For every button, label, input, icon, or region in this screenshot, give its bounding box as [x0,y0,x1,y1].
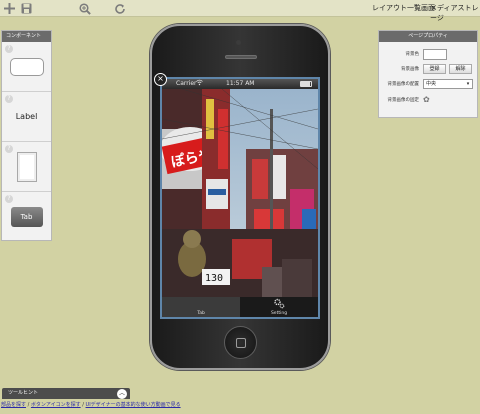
tab-setting[interactable]: Setting [240,297,318,317]
gear-icon [273,298,285,311]
textfield-preview [9,57,44,76]
tool-hint-bar: ツールヒント [2,388,130,399]
ui-designer-video-link[interactable]: UIデザイナーの基本的な使い方動画で見る [86,402,181,408]
find-parts-link[interactable]: 部品を探す [1,402,26,408]
bg-align-select[interactable]: 中央 ▾ [423,79,473,89]
close-icon[interactable]: × [154,73,167,86]
bg-fixed-label: 背景画像の固定 [387,98,420,103]
component-panel: コンポーネント ? ? Label ? ? Tab [1,30,52,241]
chevron-up-icon[interactable]: ︿ [117,389,127,399]
page-property-panel: ページプロパティ 背景色 背景画像 登録 解除 背景画像の配置 中央 ▾ 背景画… [378,30,478,118]
bg-align-value: 中央 [426,81,437,87]
time-label: 11:57 AM [226,80,255,87]
battery-icon [300,81,312,87]
find-button-icon-link[interactable]: ボタンアイコンを探す [31,402,81,408]
zoom-icon[interactable] [77,1,92,16]
status-bar: Carrier 11:57 AM [162,79,318,89]
component-view[interactable]: ? [2,142,51,192]
hint-links: 部品を探す / ボタンアイコンを探す / UIデザイナーの基本的な使い方動画で見… [1,402,181,408]
svg-text:130: 130 [205,273,223,284]
help-icon[interactable]: ? [5,195,13,203]
chevron-down-icon: ▾ [466,81,470,87]
tab-label: Setting [270,311,288,316]
bg-image-label: 背景画像 [401,67,419,72]
view-preview [16,151,37,182]
label-preview: Label [15,112,38,121]
bg-color-label: 背景色 [405,52,420,57]
carrier-label: Carrier [176,80,197,87]
refresh-icon[interactable] [112,1,127,16]
top-toolbar: レイアウト一覧画面 メディアストレージ [0,0,480,22]
home-button [224,326,257,359]
phone-tab-bar: Tab Setting [162,297,318,317]
media-storage-link[interactable]: メディアストレージ [430,3,480,23]
camera [236,40,241,45]
speaker [225,55,257,59]
save-icon[interactable] [19,1,34,16]
register-button[interactable]: 登録 [423,64,446,74]
component-label[interactable]: ? Label [2,92,51,142]
component-tab[interactable]: ? Tab [2,192,51,242]
tab-tab[interactable]: Tab [162,297,240,317]
component-panel-title: コンポーネント [2,31,51,42]
help-icon[interactable]: ? [5,145,13,153]
phone-screen[interactable]: Carrier 11:57 AM ぽらや 130 Tab Setting [160,77,320,319]
tab-label: Tab [197,311,205,316]
background-photo: ぽらや 130 [162,89,318,297]
gear-icon[interactable]: ✿ [423,96,431,104]
help-icon[interactable]: ? [5,95,13,103]
property-panel-title: ページプロパティ [379,31,477,42]
bg-color-picker[interactable] [423,49,447,60]
tool-hint-title: ツールヒント [8,390,39,396]
help-icon[interactable]: ? [5,45,13,53]
delete-button[interactable]: 解除 [449,64,472,74]
layout-list-link[interactable]: レイアウト一覧画面 [372,3,435,13]
bg-align-label: 背景画像の配置 [387,82,420,87]
tab-preview: Tab [10,207,43,227]
component-textfield[interactable]: ? [2,42,51,92]
plus-icon[interactable] [2,1,17,16]
